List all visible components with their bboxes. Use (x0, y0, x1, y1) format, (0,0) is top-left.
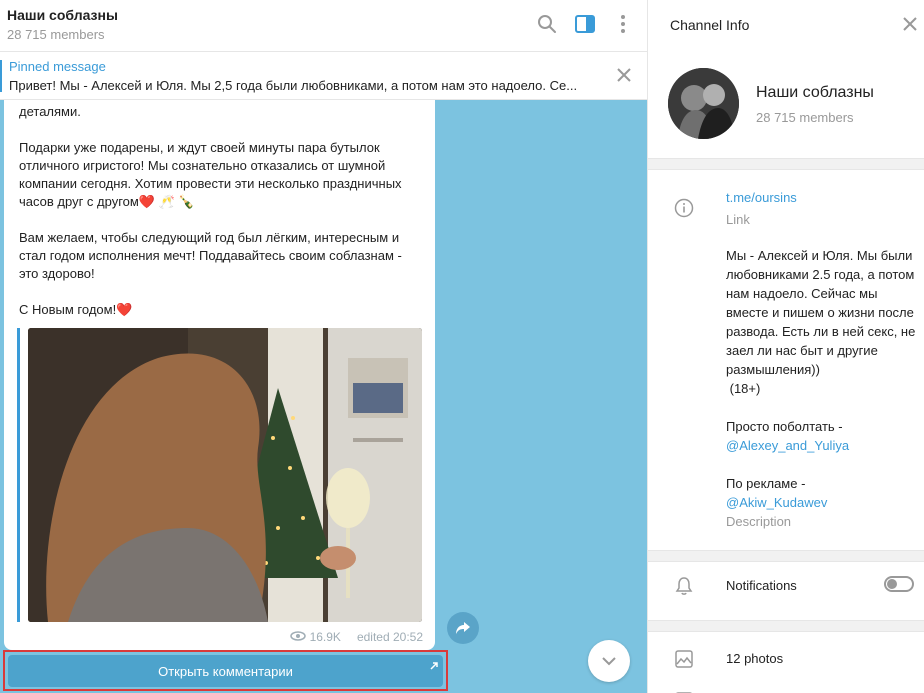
channel-link[interactable]: t.me/oursins (726, 190, 797, 205)
avatar[interactable] (668, 68, 739, 139)
description-label: Description (726, 514, 792, 529)
quote-bar (17, 328, 20, 622)
chat-header: Наши соблазны 28 715 members (0, 0, 647, 52)
message-photo[interactable] (28, 328, 422, 622)
chat-title[interactable]: Наши соблазны (7, 7, 118, 23)
toggle-knob (887, 579, 897, 589)
contact-link-1[interactable]: @Alexey_and_Yuliya (726, 438, 849, 453)
edited-time: edited 20:52 (356, 630, 423, 644)
close-icon[interactable] (615, 66, 633, 84)
scroll-down-button[interactable] (588, 640, 630, 682)
channel-members: 28 715 members (756, 110, 854, 125)
pinned-title: Pinned message (9, 59, 106, 74)
description-text: Мы - Алексей и Юля. Мы были любовниками … (726, 248, 916, 434)
close-icon[interactable] (902, 16, 918, 32)
pinned-accent-bar (0, 60, 2, 92)
channel-description: Мы - Алексей и Юля. Мы были любовниками … (726, 246, 916, 512)
info-icon (672, 196, 696, 220)
message-meta: 16.9K edited 20:52 (289, 630, 423, 644)
open-comments-label: Открыть комментарии (158, 663, 293, 679)
channel-info-panel: Channel Info Наши соблазны 28 715 member… (647, 0, 924, 693)
message-text: деталями. Подарки уже подарены, и ждут с… (19, 104, 402, 317)
section-divider (648, 550, 924, 562)
share-button[interactable] (447, 612, 479, 644)
photos-count[interactable]: 12 photos (726, 651, 783, 666)
ads-label: По рекламе - (726, 476, 806, 491)
section-divider (648, 620, 924, 632)
notifications-label: Notifications (726, 578, 797, 593)
bell-icon (672, 574, 696, 598)
chat-members-count: 28 715 members (7, 27, 105, 42)
eye-icon (289, 630, 306, 644)
more-vertical-icon[interactable] (611, 12, 635, 36)
views-count: 16.9K (309, 630, 341, 644)
sidebar-toggle-icon[interactable] (573, 12, 597, 36)
contact-link-2[interactable]: @Akiw_Kudawev (726, 495, 827, 510)
arrow-up-right-icon (430, 658, 438, 673)
pinned-message-bar[interactable]: Pinned message Привет! Мы - Алексей и Юл… (0, 52, 647, 100)
open-comments-button[interactable]: Открыть комментарии (8, 655, 443, 687)
channel-name: Наши соблазны (756, 84, 874, 101)
comments-highlight: Открыть комментарии (3, 650, 448, 691)
chat-panel: Наши соблазны 28 715 members Pinned mess… (0, 0, 647, 693)
section-divider (648, 158, 924, 170)
link-label: Link (726, 212, 750, 227)
info-header-title: Channel Info (670, 17, 750, 33)
photo-icon (672, 647, 696, 671)
message-bubble: деталями. Подарки уже подарены, и ждут с… (4, 100, 435, 650)
pinned-text: Привет! Мы - Алексей и Юля. Мы 2,5 года … (9, 78, 578, 93)
search-icon[interactable] (535, 12, 559, 36)
video-icon (672, 684, 696, 693)
notifications-toggle[interactable] (884, 576, 914, 592)
